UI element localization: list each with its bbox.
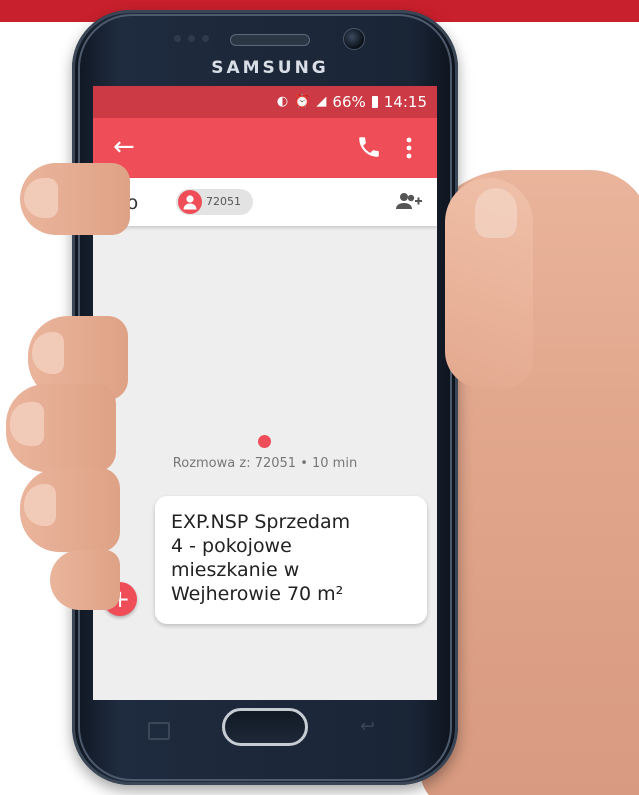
fingernail bbox=[32, 332, 64, 374]
recipient-row: Do 72051 bbox=[93, 178, 437, 226]
front-camera bbox=[343, 28, 365, 50]
message-line: 4 - pokojowe bbox=[171, 535, 292, 557]
phone-icon[interactable] bbox=[356, 134, 382, 160]
alarm-icon: ⏰ bbox=[294, 94, 311, 109]
message-line: mieszkanie w bbox=[171, 559, 300, 581]
conversation-info: Rozmowa z: 72051 • 10 min bbox=[172, 456, 358, 471]
recent-apps-key[interactable] bbox=[148, 722, 170, 740]
home-button[interactable] bbox=[222, 708, 308, 746]
battery-icon bbox=[371, 96, 378, 108]
phone-screen: ◐ ⏰ ◢ 66% 14:15 ← Do bbox=[93, 86, 437, 700]
back-key-icon[interactable]: ↩ bbox=[360, 718, 382, 736]
person-icon bbox=[183, 195, 197, 210]
earpiece-speaker bbox=[230, 34, 310, 46]
contact-dot-icon bbox=[258, 435, 271, 448]
finger bbox=[50, 550, 120, 610]
sync-icon: ◐ bbox=[276, 94, 289, 109]
add-contact-icon[interactable] bbox=[395, 190, 423, 214]
status-time: 14:15 bbox=[383, 93, 427, 111]
recipient-number: 72051 bbox=[206, 195, 241, 208]
fingernail bbox=[24, 178, 58, 218]
more-vert-icon[interactable] bbox=[406, 136, 412, 160]
message-line: Wejherowie 70 m² bbox=[171, 583, 344, 605]
thumbnail-nail bbox=[475, 188, 517, 238]
message-line: EXP.NSP Sprzedam bbox=[171, 511, 351, 533]
arrow-left-icon[interactable]: ← bbox=[113, 132, 135, 162]
recipient-chip[interactable]: 72051 bbox=[176, 189, 253, 215]
app-bar: ← bbox=[93, 118, 437, 178]
status-bar: ◐ ⏰ ◢ 66% 14:15 bbox=[93, 86, 437, 118]
stage: SAMSUNG ◐ ⏰ ◢ 66% 14:15 ← Do bbox=[0, 0, 639, 795]
message-bubble[interactable]: EXP.NSP Sprzedam 4 - pokojowe mieszkanie… bbox=[155, 496, 427, 624]
fingernail bbox=[10, 402, 44, 446]
fingernail bbox=[24, 484, 56, 526]
contact-avatar bbox=[178, 190, 202, 214]
sensor-dot bbox=[188, 35, 195, 42]
sensor-dot bbox=[174, 35, 181, 42]
signal-icon: ◢ bbox=[316, 94, 327, 109]
battery-percent: 66% bbox=[332, 93, 366, 111]
sensor-dot bbox=[202, 35, 209, 42]
status-indicators: ◐ ⏰ ◢ 66% 14:15 bbox=[277, 93, 427, 111]
device-brand: SAMSUNG bbox=[211, 58, 329, 78]
